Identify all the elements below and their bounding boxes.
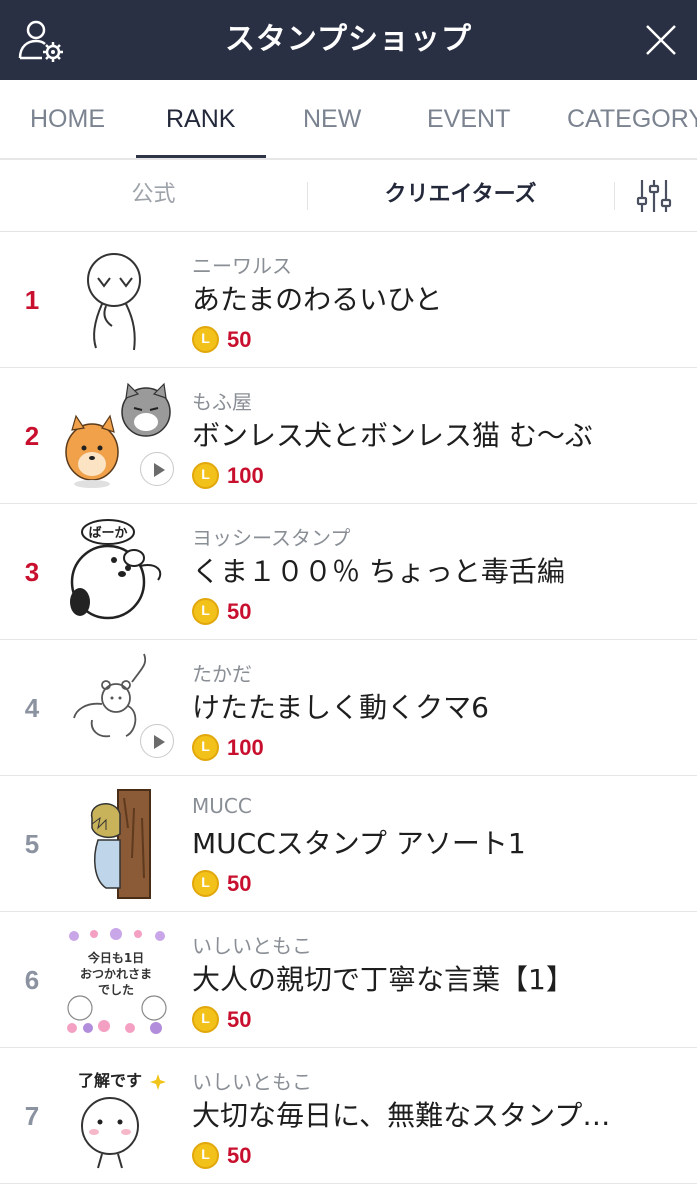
list-item[interactable]: 6 今日も1日 おつかれさま でした いしいともこ 大人の親切で丁寧な言葉【1】… [0,912,697,1048]
divider [614,182,615,210]
page-title: スタンプショップ [224,22,473,57]
price-value: 50 [227,871,252,896]
sticker-name: 大切な毎日に、無難なスタンプ… [192,1099,611,1132]
svg-text:了解です: 了解です [78,1071,142,1090]
official-toggle[interactable]: 公式 [0,160,307,232]
list-item[interactable]: 7 了解です いしいともこ 大切な毎日に、無難なスタンプ… L 50 [0,1048,697,1184]
price-value: 50 [227,599,252,624]
tab-rank[interactable]: RANK [166,80,235,158]
coin-icon: L [192,1006,219,1033]
creator-name: たかだ [192,662,252,686]
coin-icon: L [192,870,219,897]
price-value: 100 [227,463,264,488]
svg-text:おつかれさま: おつかれさま [80,967,152,981]
rank-number: 6 [24,965,40,995]
creator-name: ヨッシースタンプ [192,526,351,550]
rank-number: 1 [24,285,40,315]
list-item[interactable]: 1 ニーワルス あたまのわるいひと L 50 [0,232,697,368]
list-item[interactable]: 2 もふ屋 ボンレス犬とボンレス猫 む〜ぶ L 100 [0,368,697,504]
creator-name: いしいともこ [192,934,312,958]
svg-text:今日も1日: 今日も1日 [87,950,144,965]
price-value: 50 [227,1007,252,1032]
ranking-type-switch: 公式 クリエイターズ [0,160,697,232]
tab-bar: HOME RANK NEW EVENT CATEGORY [0,80,697,160]
sticker-ranking-list: 1 ニーワルス あたまのわるいひと L 50 2 もふ屋 ボンレス犬とボンレス猫… [0,232,697,1184]
sticker-name: あたまのわるいひと [192,283,443,316]
rank-number: 4 [24,693,40,723]
rank-number: 7 [24,1101,40,1131]
tab-event[interactable]: EVENT [427,80,510,158]
coin-icon: L [192,462,219,489]
tab-new[interactable]: NEW [303,80,361,158]
list-item[interactable]: 3 ばーか ヨッシースタンプ くま１００％ ちょっと毒舌編 L 50 [0,504,697,640]
rank-number: 5 [24,829,40,859]
coin-icon: L [192,326,219,353]
price-value: 50 [227,1143,252,1168]
play-preview-button[interactable] [140,452,174,486]
creators-toggle[interactable]: クリエイターズ [307,160,614,232]
rank-number: 3 [24,557,40,587]
price-value: 100 [227,735,264,760]
app-header: スタンプショップ [0,0,697,80]
svg-text:でした: でした [98,983,134,997]
play-preview-button[interactable] [140,724,174,758]
flower-bears-sticker: 今日も1日 おつかれさま でした [67,928,167,1034]
sticker-name: くま１００％ ちょっと毒舌編 [192,555,565,588]
creator-name: ニーワルス [192,254,292,278]
coin-icon: L [192,734,219,761]
creator-name: もふ屋 [192,390,252,414]
bear-baka-sticker: ばーか [70,519,162,620]
list-item[interactable]: 5 MUCC MUCCスタンプ アソート1 L 50 [0,776,697,912]
sticker-name: MUCCスタンプ アソート1 [192,827,526,860]
svg-text:ばーか: ばーか [88,526,127,541]
tab-home[interactable]: HOME [30,80,105,158]
close-icon[interactable] [641,20,681,60]
sticker-name: けたたましく動くクマ6 [192,691,489,724]
tab-category[interactable]: CATEGORY [567,80,697,158]
list-item[interactable]: 4 たかだ けたたましく動くクマ6 L 100 [0,640,697,776]
coin-icon: L [192,1142,219,1169]
tree-person-sticker [91,789,151,899]
creator-name: MUCC [192,794,252,818]
creator-name: いしいともこ [192,1070,312,1094]
sticker-name: ボンレス犬とボンレス猫 む〜ぶ [192,419,593,452]
sliders-icon[interactable] [634,178,674,214]
ryokai-sticker: 了解です [78,1071,166,1169]
stick-figure-sticker [87,253,141,351]
coin-icon: L [192,598,219,625]
price-value: 50 [227,327,252,352]
sticker-name: 大人の親切で丁寧な言葉【1】 [192,963,574,996]
rank-number: 2 [24,421,40,451]
